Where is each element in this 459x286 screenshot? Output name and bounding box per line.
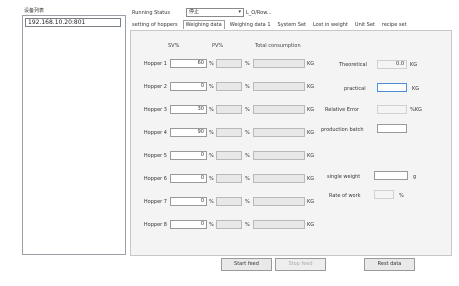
pv-header: PV% [212,43,224,49]
total-unit: KG [307,130,315,136]
hopper-label: Hopper 5 [143,153,167,159]
tab-lost-in-weight[interactable]: Lost in weight [311,21,350,29]
hopper-pv-field [216,82,242,91]
total-unit: KG [307,176,315,182]
tab-recipe-set[interactable]: recipe set [380,21,409,29]
total-unit: KG [307,199,315,205]
sv-unit: % [209,153,214,159]
sv-unit: % [209,130,214,136]
single-weight-input[interactable] [374,171,408,180]
pv-unit: % [245,130,250,136]
pv-unit: % [245,153,250,159]
tab-unit-set[interactable]: Unit Set [353,21,377,29]
single-weight-label: single weight [327,174,361,180]
hopper-label: Hopper 3 [143,107,167,113]
total-unit: KG [307,222,315,228]
hopper-label: Hopper 6 [143,176,167,182]
sv-unit: % [209,222,214,228]
hopper-sv-input[interactable]: 30 [170,105,207,114]
hopper-pv-field [216,59,242,68]
rate-of-work-value [374,190,394,199]
weighing-data-panel: SV% PV% Total consumption Hopper 1 60 % … [130,30,452,256]
hopper-sv-input[interactable]: 0 [170,151,207,160]
production-batch-label: production batch [321,127,364,133]
hopper-total-field [253,105,305,114]
running-status-select[interactable]: 停止 ▾ [186,8,244,17]
hopper-sv-input[interactable]: 0 [170,220,207,229]
device-list-item[interactable]: 192.168.10.20:801 [25,18,121,27]
relative-error-label: Relative Error [325,107,359,113]
total-unit: KG [307,107,315,113]
hopper-total-field [253,174,305,183]
device-list[interactable]: 192.168.10.20:801 [22,15,126,255]
rate-of-work-unit: % [399,193,404,199]
hopper-total-field [253,220,305,229]
hopper-label: Hopper 4 [143,130,167,136]
main-window: 设备列表 192.168.10.20:801 Running Status 停止… [0,0,459,286]
theoretical-label: Theoretical [339,62,367,68]
practical-input[interactable] [377,83,407,92]
status-text: L_O/Row... [246,10,272,16]
tab-system-set[interactable]: System Set [276,21,308,29]
hopper-label: Hopper 2 [143,84,167,90]
practical-unit: KG [412,86,420,92]
pv-unit: % [245,107,250,113]
sv-unit: % [209,84,214,90]
tab-weighing-data[interactable]: Weighing data [182,20,225,29]
tab-bar: setting of hoppers Weighing data Weighing … [130,20,412,30]
hopper-pv-field [216,174,242,183]
pv-unit: % [245,199,250,205]
tab-weighing-data-1[interactable]: Weighing data 1 [228,21,273,29]
device-list-title: 设备列表 [24,8,45,14]
chevron-down-icon: ▾ [238,9,241,15]
hopper-label: Hopper 7 [143,199,167,205]
production-batch-input[interactable] [377,124,407,133]
stop-feed-button[interactable]: Stop feed [275,258,326,271]
theoretical-unit: KG [410,62,418,68]
running-status-value: 停止 [189,9,200,15]
running-status-label: Running Status [132,10,171,16]
hopper-pv-field [216,197,242,206]
hopper-total-field [253,128,305,137]
pv-unit: % [245,222,250,228]
sv-unit: % [209,176,214,182]
hopper-sv-input[interactable]: 0 [170,197,207,206]
relative-error-value [377,105,407,114]
hopper-total-field [253,82,305,91]
sv-unit: % [209,107,214,113]
total-unit: KG [307,153,315,159]
hopper-label: Hopper 8 [143,222,167,228]
pv-unit: % [245,61,250,67]
tab-hopper-settings[interactable]: setting of hoppers [130,21,180,29]
pv-unit: % [245,84,250,90]
pv-unit: % [245,176,250,182]
practical-label: practical [344,86,366,92]
relative-error-unit: %KG [410,107,422,113]
rest-data-button[interactable]: Rest data [364,258,415,271]
hopper-sv-input[interactable]: 60 [170,59,207,68]
hopper-pv-field [216,151,242,160]
hopper-sv-input[interactable]: 0 [170,174,207,183]
hopper-total-field [253,59,305,68]
hopper-pv-field [216,220,242,229]
total-consumption-header: Total consumption [255,43,301,49]
rate-of-work-label: Rate of work [329,193,361,199]
theoretical-value: 0.0 [377,60,407,69]
sv-unit: % [209,61,214,67]
hopper-total-field [253,197,305,206]
single-weight-unit: g [413,174,417,180]
start-feed-button[interactable]: Start feed [221,258,272,271]
hopper-total-field [253,151,305,160]
hopper-pv-field [216,128,242,137]
hopper-pv-field [216,105,242,114]
hopper-sv-input[interactable]: 90 [170,128,207,137]
total-unit: KG [307,61,315,67]
hopper-sv-input[interactable]: 0 [170,82,207,91]
total-unit: KG [307,84,315,90]
sv-header: SV% [168,43,180,49]
sv-unit: % [209,199,214,205]
hopper-label: Hopper 1 [143,61,167,67]
